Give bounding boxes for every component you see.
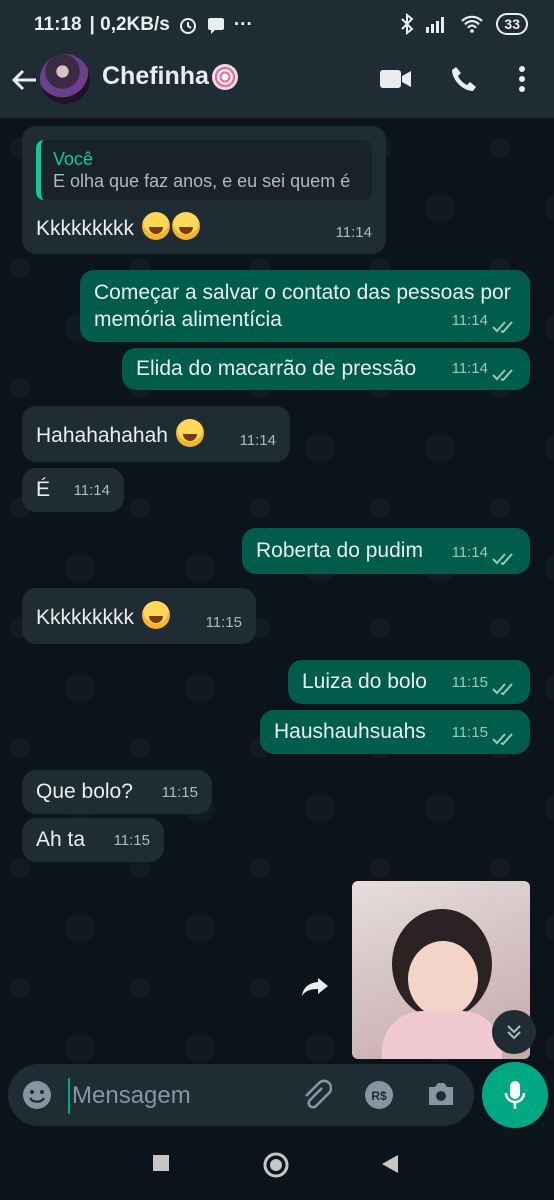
system-navigation-bar (0, 1130, 554, 1200)
message-bubble-incoming[interactable]: Você E olha que faz anos, e eu sei quem … (22, 126, 386, 254)
message-time: 11:14 (73, 482, 110, 499)
camera-icon[interactable] (426, 1080, 456, 1108)
read-receipt-icon (492, 683, 513, 696)
message-notification-icon (207, 18, 224, 34)
message-time: 11:14 (451, 312, 488, 329)
attachment-icon[interactable] (300, 1078, 332, 1112)
read-receipt-icon (492, 321, 513, 334)
laughing-emoji-icon (175, 419, 204, 447)
read-receipt-icon (492, 553, 513, 566)
wifi-icon (461, 15, 484, 33)
message-text: Roberta do pudim (256, 539, 423, 562)
payment-icon[interactable]: R$ (364, 1080, 394, 1110)
message-text: Elida do macarrão de pressão (136, 357, 417, 380)
video-call-icon[interactable] (380, 68, 412, 90)
message-time: 11:14 (239, 432, 276, 449)
message-time: 11:15 (161, 784, 198, 801)
read-receipt-icon (492, 733, 513, 746)
chat-header: Chefinha (0, 52, 554, 118)
message-text: Ah ta (36, 828, 86, 851)
message-text: É (36, 478, 51, 501)
signal-icon (426, 17, 445, 33)
more-options-icon[interactable] (518, 66, 526, 92)
message-bubble-outgoing[interactable]: Roberta do pudim 11:14 (242, 528, 530, 574)
status-bar: 11:18 | 0,2KB/s ··· 33 (0, 0, 554, 52)
avatar[interactable] (40, 54, 90, 104)
message-composer: R$ (8, 1064, 474, 1126)
laughing-emoji-icon (141, 212, 170, 240)
message-input[interactable] (68, 1078, 294, 1114)
laughing-emoji-icon (141, 601, 170, 629)
message-time: 11:15 (205, 614, 242, 631)
message-bubble-outgoing[interactable]: Elida do macarrão de pressão 11:14 (122, 348, 530, 390)
message-bubble-incoming[interactable]: Que bolo? 11:15 (22, 770, 212, 814)
bluetooth-icon (401, 13, 414, 35)
microphone-icon (504, 1081, 526, 1109)
message-list[interactable]: Você E olha que faz anos, e eu sei quem … (0, 118, 554, 1070)
message-time: 11:15 (451, 674, 488, 691)
message-bubble-incoming[interactable]: Hahahahahah 11:14 (22, 406, 290, 462)
message-time: 11:15 (451, 724, 488, 741)
quoted-message[interactable]: Você E olha que faz anos, e eu sei quem … (36, 140, 372, 200)
double-chevron-down-icon (507, 1025, 521, 1040)
message-text: Que bolo? (36, 780, 133, 803)
back-arrow-icon[interactable] (10, 66, 38, 94)
read-receipt-icon (492, 369, 513, 382)
message-bubble-incoming[interactable]: Kkkkkkkkk 11:15 (22, 588, 256, 644)
svg-text:R$: R$ (371, 1089, 387, 1103)
message-text: Kkkkkkkkk (36, 217, 135, 240)
message-text: Haushauhsuahs (274, 720, 426, 743)
system-back-icon[interactable] (380, 1154, 400, 1174)
message-time: 11:14 (451, 544, 488, 561)
quote-author: Você (53, 149, 94, 169)
message-time: 11:14 (451, 360, 488, 377)
message-bubble-outgoing[interactable]: Haushauhsuahs 11:15 (260, 710, 530, 754)
message-bubble-outgoing[interactable]: Começar a salvar o contato das pessoas p… (80, 270, 530, 342)
message-bubble-outgoing[interactable]: Luiza do bolo 11:15 (288, 660, 530, 704)
fish-cake-icon (212, 64, 238, 90)
laughing-emoji-icon (171, 212, 200, 240)
message-time: 11:14 (335, 224, 372, 241)
alarm-icon (179, 18, 196, 34)
quote-text: E olha que faz anos, e eu sei quem é (53, 171, 351, 191)
message-bubble-incoming[interactable]: Ah ta 11:15 (22, 818, 164, 862)
phone-call-icon[interactable] (450, 65, 478, 93)
scroll-to-bottom-button[interactable] (492, 1010, 536, 1054)
emoji-icon[interactable] (22, 1080, 52, 1110)
voice-record-button[interactable] (482, 1062, 548, 1128)
home-icon[interactable] (263, 1152, 289, 1178)
message-text: Hahahahahah (36, 424, 168, 447)
contact-name[interactable]: Chefinha (102, 62, 209, 91)
battery-level: 33 (496, 13, 528, 35)
message-text: Luiza do bolo (302, 670, 427, 693)
message-bubble-incoming[interactable]: É 11:14 (22, 468, 124, 512)
more-notifications-icon: ··· (233, 14, 253, 35)
message-text: Kkkkkkkkk (36, 606, 135, 629)
message-text: Começar a salvar o contato das pessoas p… (94, 281, 511, 331)
recent-apps-icon[interactable] (152, 1154, 170, 1172)
network-speed: | 0,2KB/s (89, 14, 170, 35)
clock: 11:18 (34, 14, 82, 35)
forward-icon[interactable] (300, 976, 330, 998)
message-time: 11:15 (113, 832, 150, 849)
